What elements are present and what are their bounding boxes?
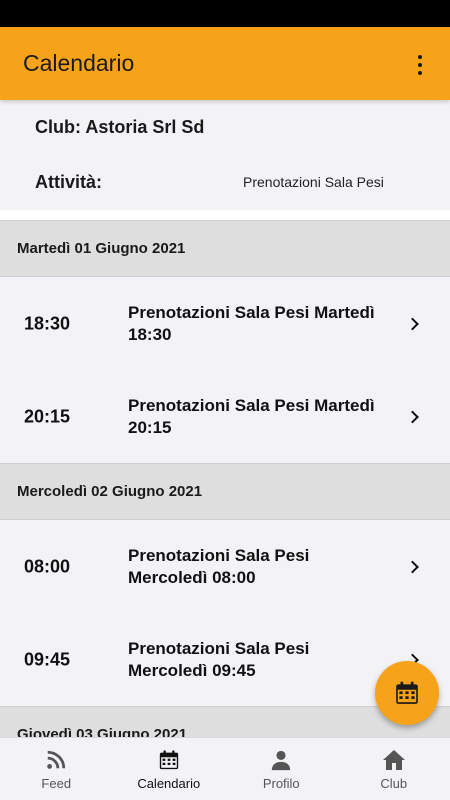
chevron-right-icon	[406, 410, 419, 423]
chevron-right-icon	[406, 560, 419, 573]
nav-label: Feed	[41, 776, 72, 791]
event-time: 08:00	[24, 556, 71, 576]
nav-item-calendario[interactable]: Calendario	[113, 738, 226, 800]
nav-item-feed[interactable]: Feed	[0, 738, 113, 800]
event-title: Prenotazioni Sala Pesi Martedì 20:15	[128, 395, 375, 437]
chevron-right-icon	[406, 317, 419, 330]
home-icon	[382, 748, 406, 772]
event-row[interactable]: 20:15 Prenotazioni Sala Pesi Martedì 20:…	[0, 370, 450, 463]
calendar-icon	[396, 681, 418, 704]
app-bar: Calendario	[0, 27, 450, 100]
event-time: 09:45	[24, 649, 71, 669]
date-header: Mercoledì 02 Giugno 2021	[0, 463, 450, 520]
calendar-icon	[157, 748, 181, 772]
event-title: Prenotazioni Sala Pesi Mercoledì 08:00	[128, 545, 310, 587]
divider	[0, 210, 450, 220]
activity-label: Attività:	[35, 172, 102, 192]
activity-value[interactable]: Prenotazioni Sala Pesi	[243, 174, 384, 190]
nav-item-club[interactable]: Club	[338, 738, 450, 800]
page-title: Calendario	[23, 50, 135, 76]
more-vert-icon[interactable]	[412, 53, 428, 77]
event-list[interactable]: Martedì 01 Giugno 2021 18:30 Prenotazion…	[0, 220, 450, 737]
club-info-panel: Club: Astoria Srl Sd Attività: Prenotazi…	[0, 100, 450, 210]
event-title: Prenotazioni Sala Pesi Mercoledì 09:45	[128, 638, 310, 680]
nav-label: Calendario	[137, 776, 201, 791]
event-row[interactable]: 08:00 Prenotazioni Sala Pesi Mercoledì 0…	[0, 520, 450, 613]
person-icon	[269, 748, 293, 772]
rss-icon	[44, 748, 68, 772]
club-name: Club: Astoria Srl Sd	[35, 117, 205, 137]
status-bar	[0, 0, 450, 27]
nav-label: Club	[380, 776, 408, 791]
event-row[interactable]: 18:30 Prenotazioni Sala Pesi Martedì 18:…	[0, 277, 450, 370]
calendar-fab-button[interactable]	[375, 661, 439, 725]
date-header: Martedì 01 Giugno 2021	[0, 220, 450, 277]
event-time: 18:30	[24, 313, 71, 333]
nav-item-profilo[interactable]: Profilo	[225, 738, 338, 800]
bottom-navigation: Feed Calendario Profilo Club	[0, 737, 450, 800]
event-title: Prenotazioni Sala Pesi Martedì 18:30	[128, 302, 375, 344]
event-time: 20:15	[24, 406, 71, 426]
nav-label: Profilo	[262, 776, 300, 791]
